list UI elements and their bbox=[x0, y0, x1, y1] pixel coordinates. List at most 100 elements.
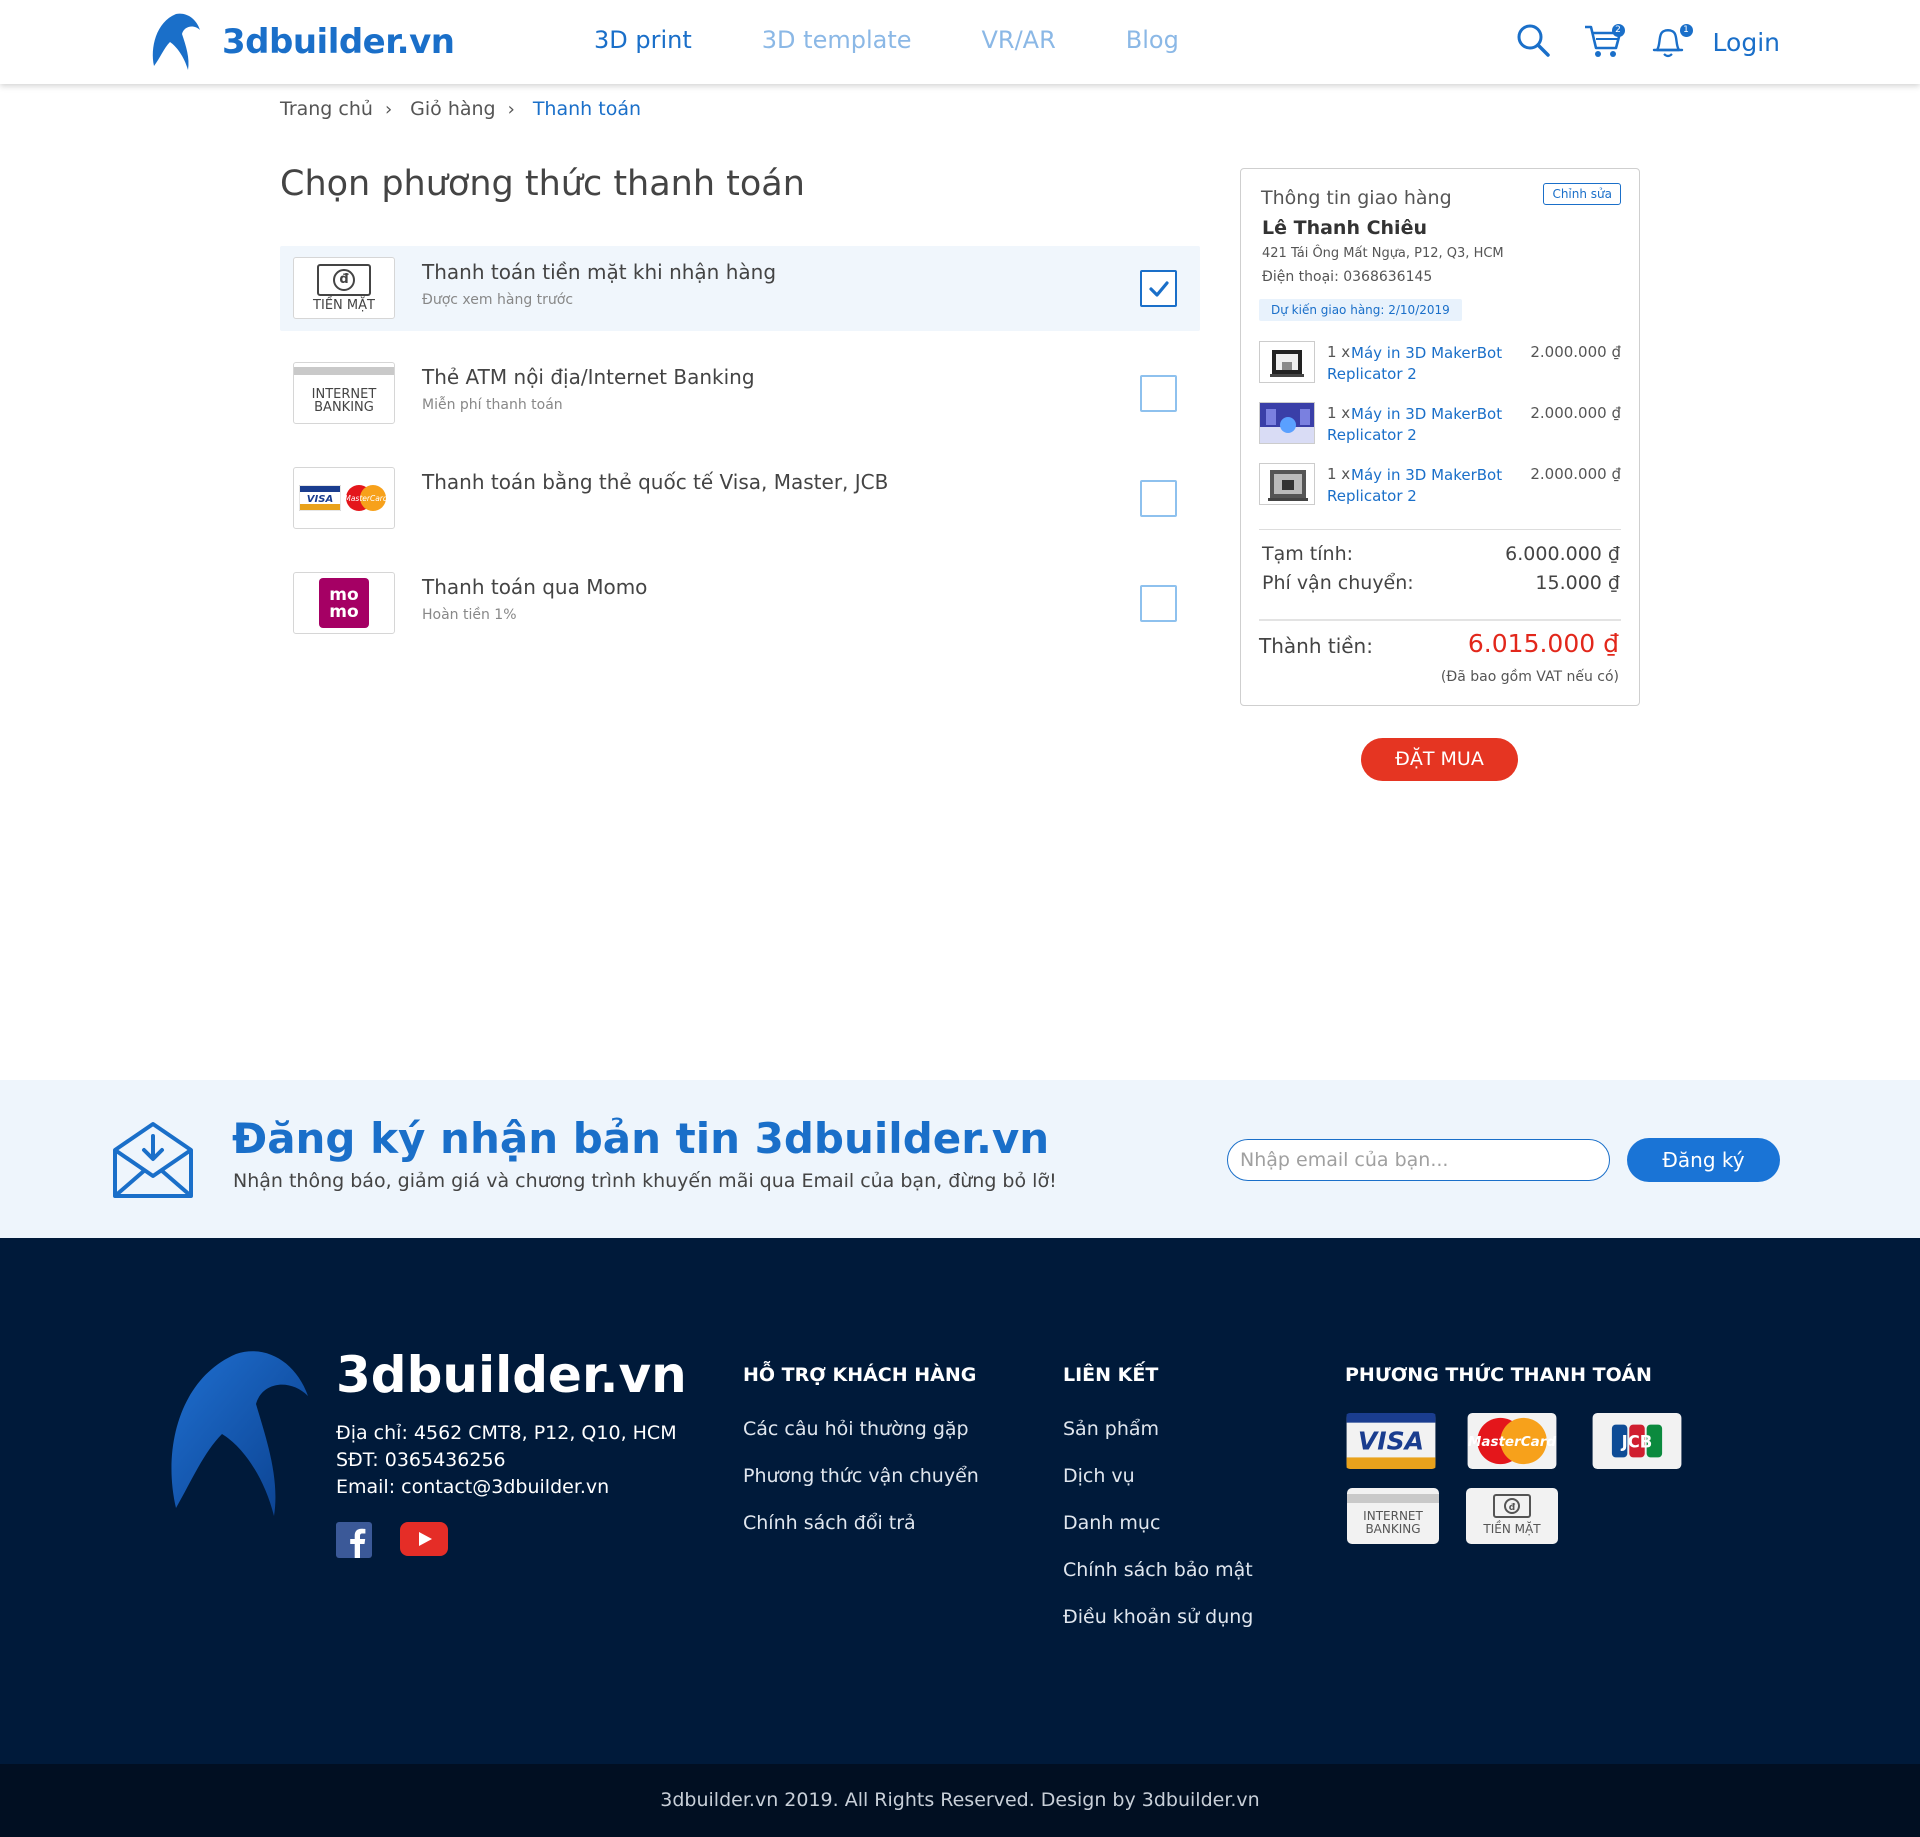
footer-link-faq[interactable]: Các câu hỏi thường gặp bbox=[743, 1418, 969, 1440]
summary-divider bbox=[1259, 619, 1621, 621]
support-column-title: HỖ TRỢ KHÁCH HÀNG bbox=[743, 1364, 977, 1386]
youtube-icon[interactable] bbox=[400, 1522, 448, 1556]
newsletter-section: Đăng ký nhận bản tin 3dbuilder.vn Nhận t… bbox=[0, 1080, 1920, 1238]
notification-count-badge: 1 bbox=[1679, 24, 1693, 37]
recipient-name: Lê Thanh Chiêu bbox=[1262, 217, 1427, 239]
facebook-icon[interactable] bbox=[336, 1522, 372, 1558]
svg-text:TIỀN MẶT: TIỀN MẶT bbox=[1482, 1520, 1541, 1536]
item-price: 2.000.000 ₫ bbox=[1530, 404, 1621, 422]
jcb-card-icon: JCB bbox=[1592, 1413, 1682, 1469]
footer-link-categories[interactable]: Danh mục bbox=[1063, 1512, 1160, 1534]
nav-vr-ar[interactable]: VR/AR bbox=[982, 26, 1056, 54]
payment-option-cash[interactable]: đ TIỀN MẶT Thanh toán tiền mặt khi nhận … bbox=[280, 246, 1200, 331]
total-label: Thành tiền: bbox=[1259, 634, 1373, 658]
cash-logo: đ TIỀN MẶT bbox=[293, 257, 395, 319]
card-stripe-icon bbox=[294, 366, 394, 375]
payment-option-title: Thẻ ATM nội địa/Internet Banking bbox=[422, 365, 755, 389]
chevron-right-icon: › bbox=[507, 98, 515, 120]
site-footer: 3dbuilder.vn Địa chỉ: 4562 CMT8, P12, Q1… bbox=[0, 1238, 1920, 1764]
envelope-download-icon bbox=[113, 1122, 193, 1198]
recipient-address: 421 Tái Ông Mất Ngựa, P12, Q3, HCM bbox=[1262, 246, 1504, 261]
footer-phone: SĐT: 0365436256 bbox=[336, 1449, 506, 1471]
header-actions: 2 1 Login bbox=[1487, 22, 1780, 62]
order-item: 1 x Máy in 3D MakerBot Replicator 2 2.00… bbox=[1259, 463, 1621, 524]
payment-option-title: Thanh toán tiền mặt khi nhận hàng bbox=[422, 260, 777, 284]
site-logo[interactable]: 3dbuilder.vn bbox=[150, 12, 455, 72]
nav-3d-template[interactable]: 3D template bbox=[762, 26, 912, 54]
svg-text:đ: đ bbox=[1509, 1503, 1516, 1513]
svg-text:VISA: VISA bbox=[307, 494, 333, 505]
total-value: 6.015.000 ₫ bbox=[1467, 629, 1619, 658]
payment-option-credit-card[interactable]: VISA MasterCard Thanh toán bằng thẻ quốc… bbox=[280, 456, 1200, 541]
summary-divider bbox=[1259, 529, 1621, 530]
mastercard-icon: MasterCard bbox=[344, 485, 388, 511]
nav-3d-print[interactable]: 3D print bbox=[594, 26, 692, 54]
payment-method-list: đ TIỀN MẶT Thanh toán tiền mặt khi nhận … bbox=[280, 246, 1200, 666]
momo-logo: mo mo bbox=[293, 572, 395, 634]
bell-icon[interactable]: 1 bbox=[1651, 22, 1693, 62]
vat-note: (Đã bao gồm VAT nếu có) bbox=[1440, 669, 1619, 685]
mastercard-card-icon: MasterCard bbox=[1467, 1413, 1556, 1469]
item-name-link[interactable]: Máy in 3D MakerBot Replicator 2 bbox=[1327, 404, 1507, 446]
footer-link-terms[interactable]: Điều khoản sử dụng bbox=[1063, 1606, 1253, 1628]
breadcrumb-cart[interactable]: Giỏ hàng bbox=[410, 98, 495, 120]
payment-checkbox-internet-banking[interactable] bbox=[1140, 375, 1177, 412]
item-price: 2.000.000 ₫ bbox=[1530, 465, 1621, 483]
payment-option-title: Thanh toán bằng thẻ quốc tế Visa, Master… bbox=[422, 470, 889, 494]
checkmark-icon bbox=[1148, 280, 1169, 297]
nav-blog[interactable]: Blog bbox=[1126, 26, 1179, 54]
breadcrumb-checkout: Thanh toán bbox=[532, 98, 642, 120]
main-nav: 3D print 3D template VR/AR Blog bbox=[594, 26, 1249, 54]
footer-link-returns[interactable]: Chính sách đổi trả bbox=[743, 1512, 916, 1534]
delivery-eta-badge: Dự kiến giao hàng: 2/10/2019 bbox=[1259, 299, 1462, 321]
shipping-fee-label: Phí vận chuyển: bbox=[1262, 572, 1414, 594]
banknote-icon: đ bbox=[317, 264, 371, 296]
visa-icon: VISA bbox=[299, 485, 341, 511]
shipping-fee-value: 15.000 ₫ bbox=[1535, 572, 1620, 594]
newsletter-email-input[interactable] bbox=[1227, 1139, 1610, 1181]
internet-banking-logo: INTERNET BANKING bbox=[293, 362, 395, 424]
payments-column-title: PHƯƠNG THỨC THANH TOÁN bbox=[1345, 1364, 1652, 1386]
login-link[interactable]: Login bbox=[1713, 28, 1780, 57]
order-item: 1 x Máy in 3D MakerBot Replicator 2 2.00… bbox=[1259, 341, 1621, 402]
shipping-fee-row: Phí vận chuyển: 15.000 ₫ bbox=[1262, 572, 1620, 594]
footer-link-shipping[interactable]: Phương thức vận chuyển bbox=[743, 1465, 979, 1487]
order-item: 1 x Máy in 3D MakerBot Replicator 2 2.00… bbox=[1259, 402, 1621, 463]
footer-link-products[interactable]: Sản phẩm bbox=[1063, 1418, 1159, 1440]
product-thumbnail bbox=[1259, 463, 1315, 505]
footer-link-services[interactable]: Dịch vụ bbox=[1063, 1465, 1135, 1487]
search-icon[interactable] bbox=[1515, 22, 1555, 62]
breadcrumb-home[interactable]: Trang chủ bbox=[280, 98, 373, 120]
newsletter-title: Đăng ký nhận bản tin 3dbuilder.vn bbox=[232, 1114, 1050, 1163]
item-name-link[interactable]: Máy in 3D MakerBot Replicator 2 bbox=[1327, 465, 1507, 507]
top-header: 3dbuilder.vn 3D print 3D template VR/AR … bbox=[0, 0, 1920, 84]
internet-banking-card-icon: INTERNETBANKING bbox=[1347, 1488, 1439, 1544]
subtotal-label: Tạm tính: bbox=[1262, 543, 1354, 565]
payment-option-momo[interactable]: mo mo Thanh toán qua Momo Hoàn tiền 1% bbox=[280, 561, 1200, 646]
payment-option-subtitle: Được xem hàng trước bbox=[422, 292, 574, 308]
newsletter-subscribe-button[interactable]: Đăng ký bbox=[1627, 1138, 1780, 1182]
payment-checkbox-credit-card[interactable] bbox=[1140, 480, 1177, 517]
edit-shipping-button[interactable]: Chỉnh sửa bbox=[1543, 183, 1621, 205]
footer-email: Email: contact@3dbuilder.vn bbox=[336, 1476, 610, 1498]
footer-link-privacy[interactable]: Chính sách bảo mật bbox=[1063, 1559, 1253, 1581]
footer-contact: Địa chỉ: 4562 CMT8, P12, Q10, HCM SĐT: 0… bbox=[336, 1420, 677, 1501]
chevron-right-icon: › bbox=[384, 98, 393, 120]
footer-brand: 3dbuilder.vn bbox=[336, 1346, 687, 1404]
payment-checkbox-momo[interactable] bbox=[1140, 585, 1177, 622]
copyright-bar: 3dbuilder.vn 2019. All Rights Reserved. … bbox=[0, 1764, 1920, 1837]
page-title: Chọn phương thức thanh toán bbox=[280, 164, 805, 204]
logo-mark-icon bbox=[152, 13, 200, 71]
links-column-title: LIÊN KẾT bbox=[1063, 1364, 1159, 1386]
payment-option-subtitle: Miễn phí thanh toán bbox=[422, 397, 563, 413]
order-summary: Thông tin giao hàng Chỉnh sửa Lê Thanh C… bbox=[1240, 168, 1640, 706]
subtotal-row: Tạm tính: 6.000.000 ₫ bbox=[1262, 543, 1620, 565]
payment-option-internet-banking[interactable]: INTERNET BANKING Thẻ ATM nội địa/Interne… bbox=[280, 351, 1200, 436]
svg-text:JCB: JCB bbox=[1621, 1433, 1653, 1452]
cart-icon[interactable]: 2 bbox=[1583, 22, 1625, 62]
svg-text:INTERNET: INTERNET bbox=[1363, 1509, 1423, 1523]
payment-checkbox-cash[interactable] bbox=[1140, 270, 1177, 307]
item-name-link[interactable]: Máy in 3D MakerBot Replicator 2 bbox=[1327, 343, 1507, 385]
place-order-button[interactable]: ĐẶT MUA bbox=[1361, 738, 1518, 781]
cart-count-badge: 2 bbox=[1611, 24, 1625, 37]
